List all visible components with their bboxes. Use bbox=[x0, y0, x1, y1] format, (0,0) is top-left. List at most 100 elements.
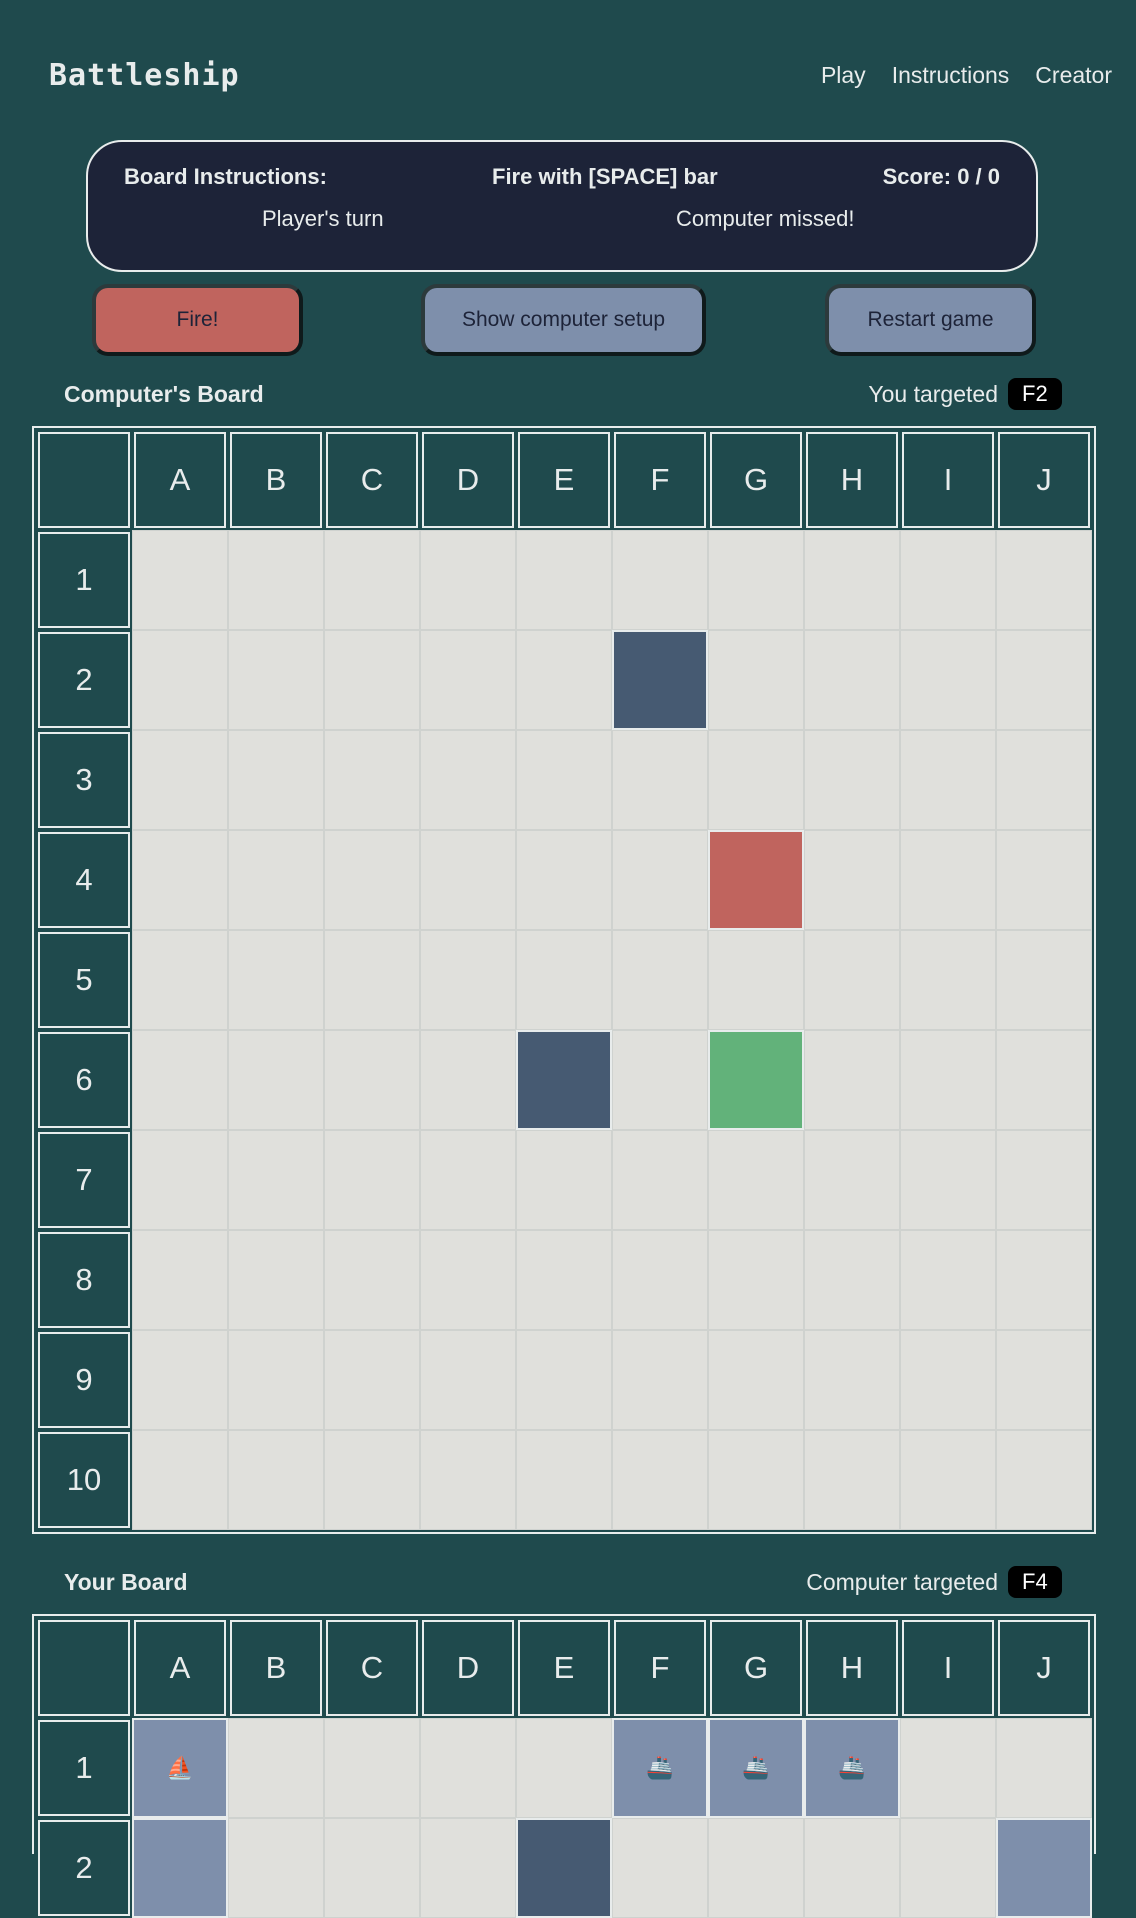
grid-cell-f1[interactable]: 🚢 bbox=[612, 1718, 708, 1818]
grid-cell-i1[interactable] bbox=[900, 530, 996, 630]
grid-cell-h2[interactable] bbox=[804, 1818, 900, 1918]
grid-cell-h3[interactable] bbox=[804, 730, 900, 830]
grid-cell-g2[interactable] bbox=[708, 1818, 804, 1918]
grid-cell-a10[interactable] bbox=[132, 1430, 228, 1530]
grid-cell-e8[interactable] bbox=[516, 1230, 612, 1330]
grid-cell-h6[interactable] bbox=[804, 1030, 900, 1130]
grid-cell-a9[interactable] bbox=[132, 1330, 228, 1430]
grid-cell-f3[interactable] bbox=[612, 730, 708, 830]
grid-cell-h7[interactable] bbox=[804, 1130, 900, 1230]
grid-cell-b1[interactable] bbox=[228, 530, 324, 630]
grid-cell-b6[interactable] bbox=[228, 1030, 324, 1130]
grid-cell-d6[interactable] bbox=[420, 1030, 516, 1130]
grid-cell-d2[interactable] bbox=[420, 1818, 516, 1918]
nav-creator[interactable]: Creator bbox=[1035, 62, 1112, 89]
grid-cell-d2[interactable] bbox=[420, 630, 516, 730]
grid-cell-g2[interactable] bbox=[708, 630, 804, 730]
grid-cell-b2[interactable] bbox=[228, 1818, 324, 1918]
grid-cell-d8[interactable] bbox=[420, 1230, 516, 1330]
grid-cell-d3[interactable] bbox=[420, 730, 516, 830]
grid-cell-i9[interactable] bbox=[900, 1330, 996, 1430]
grid-cell-f2[interactable] bbox=[612, 1818, 708, 1918]
grid-cell-h9[interactable] bbox=[804, 1330, 900, 1430]
grid-cell-g10[interactable] bbox=[708, 1430, 804, 1530]
grid-cell-b7[interactable] bbox=[228, 1130, 324, 1230]
grid-cell-f2[interactable] bbox=[612, 630, 708, 730]
grid-cell-e10[interactable] bbox=[516, 1430, 612, 1530]
restart-game-button[interactable]: Restart game bbox=[825, 284, 1036, 356]
grid-cell-d1[interactable] bbox=[420, 1718, 516, 1818]
grid-cell-c1[interactable] bbox=[324, 1718, 420, 1818]
grid-cell-i2[interactable] bbox=[900, 1818, 996, 1918]
grid-cell-h2[interactable] bbox=[804, 630, 900, 730]
grid-cell-c8[interactable] bbox=[324, 1230, 420, 1330]
grid-cell-b4[interactable] bbox=[228, 830, 324, 930]
grid-cell-c9[interactable] bbox=[324, 1330, 420, 1430]
grid-cell-j9[interactable] bbox=[996, 1330, 1092, 1430]
grid-cell-d9[interactable] bbox=[420, 1330, 516, 1430]
grid-cell-j1[interactable] bbox=[996, 1718, 1092, 1818]
grid-cell-d4[interactable] bbox=[420, 830, 516, 930]
grid-cell-f7[interactable] bbox=[612, 1130, 708, 1230]
grid-cell-e3[interactable] bbox=[516, 730, 612, 830]
grid-cell-i2[interactable] bbox=[900, 630, 996, 730]
grid-cell-b10[interactable] bbox=[228, 1430, 324, 1530]
grid-cell-a8[interactable] bbox=[132, 1230, 228, 1330]
grid-cell-i3[interactable] bbox=[900, 730, 996, 830]
grid-cell-e1[interactable] bbox=[516, 530, 612, 630]
grid-cell-a5[interactable] bbox=[132, 930, 228, 1030]
grid-cell-a3[interactable] bbox=[132, 730, 228, 830]
grid-cell-c1[interactable] bbox=[324, 530, 420, 630]
grid-cell-g6[interactable] bbox=[708, 1030, 804, 1130]
grid-cell-a6[interactable] bbox=[132, 1030, 228, 1130]
logo[interactable]: Battleship bbox=[49, 58, 240, 93]
grid-cell-i7[interactable] bbox=[900, 1130, 996, 1230]
grid-cell-i1[interactable] bbox=[900, 1718, 996, 1818]
grid-cell-g3[interactable] bbox=[708, 730, 804, 830]
grid-cell-j2[interactable] bbox=[996, 630, 1092, 730]
grid-cell-j5[interactable] bbox=[996, 930, 1092, 1030]
grid-cell-f1[interactable] bbox=[612, 530, 708, 630]
grid-cell-e2[interactable] bbox=[516, 630, 612, 730]
grid-cell-f6[interactable] bbox=[612, 1030, 708, 1130]
grid-cell-c10[interactable] bbox=[324, 1430, 420, 1530]
grid-cell-f5[interactable] bbox=[612, 930, 708, 1030]
grid-cell-i4[interactable] bbox=[900, 830, 996, 930]
grid-cell-e2[interactable] bbox=[516, 1818, 612, 1918]
grid-cell-i6[interactable] bbox=[900, 1030, 996, 1130]
grid-cell-e6[interactable] bbox=[516, 1030, 612, 1130]
grid-cell-b5[interactable] bbox=[228, 930, 324, 1030]
grid-cell-c5[interactable] bbox=[324, 930, 420, 1030]
grid-cell-j6[interactable] bbox=[996, 1030, 1092, 1130]
grid-cell-h1[interactable] bbox=[804, 530, 900, 630]
grid-cell-g8[interactable] bbox=[708, 1230, 804, 1330]
grid-cell-c2[interactable] bbox=[324, 1818, 420, 1918]
grid-cell-e4[interactable] bbox=[516, 830, 612, 930]
grid-cell-e1[interactable] bbox=[516, 1718, 612, 1818]
grid-cell-d10[interactable] bbox=[420, 1430, 516, 1530]
grid-cell-h5[interactable] bbox=[804, 930, 900, 1030]
grid-cell-a4[interactable] bbox=[132, 830, 228, 930]
grid-cell-a1[interactable] bbox=[132, 530, 228, 630]
grid-cell-e7[interactable] bbox=[516, 1130, 612, 1230]
grid-cell-g1[interactable]: 🚢 bbox=[708, 1718, 804, 1818]
grid-cell-j8[interactable] bbox=[996, 1230, 1092, 1330]
grid-cell-h4[interactable] bbox=[804, 830, 900, 930]
grid-cell-j10[interactable] bbox=[996, 1430, 1092, 1530]
grid-cell-h10[interactable] bbox=[804, 1430, 900, 1530]
nav-instructions[interactable]: Instructions bbox=[892, 62, 1010, 89]
grid-cell-f10[interactable] bbox=[612, 1430, 708, 1530]
grid-cell-f9[interactable] bbox=[612, 1330, 708, 1430]
fire-button[interactable]: Fire! bbox=[92, 284, 303, 356]
grid-cell-i8[interactable] bbox=[900, 1230, 996, 1330]
grid-cell-b9[interactable] bbox=[228, 1330, 324, 1430]
grid-cell-c6[interactable] bbox=[324, 1030, 420, 1130]
grid-cell-e5[interactable] bbox=[516, 930, 612, 1030]
show-computer-setup-button[interactable]: Show computer setup bbox=[421, 284, 706, 356]
grid-cell-g1[interactable] bbox=[708, 530, 804, 630]
grid-cell-g4[interactable] bbox=[708, 830, 804, 930]
grid-cell-a2[interactable] bbox=[132, 630, 228, 730]
grid-cell-h1[interactable]: 🚢 bbox=[804, 1718, 900, 1818]
grid-cell-c7[interactable] bbox=[324, 1130, 420, 1230]
grid-cell-d7[interactable] bbox=[420, 1130, 516, 1230]
